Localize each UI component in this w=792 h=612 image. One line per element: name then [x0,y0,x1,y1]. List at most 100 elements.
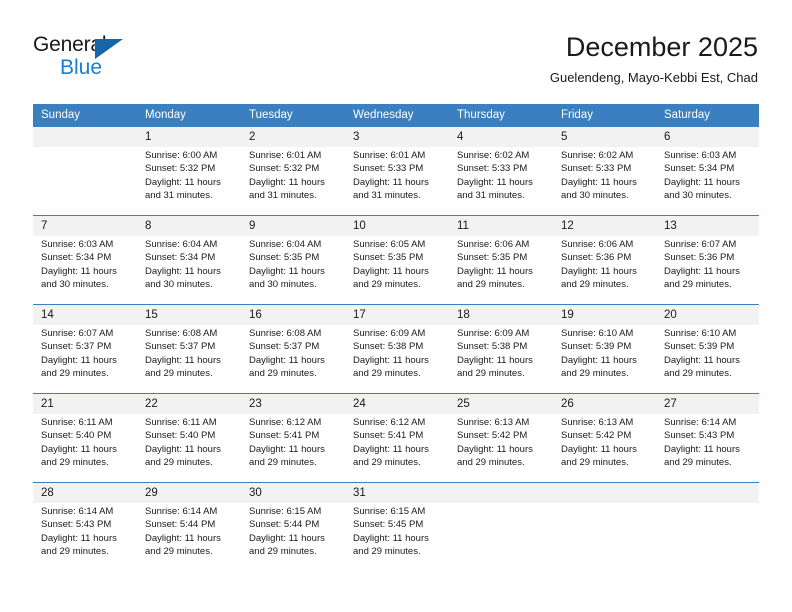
sunset-text: Sunset: 5:33 PM [457,163,528,175]
day-number [33,127,137,147]
day-number[interactable]: 10 [345,216,449,236]
day-number[interactable]: 22 [137,394,241,414]
daylight-text-line1: Daylight: 11 hours [41,532,117,544]
day-number[interactable]: 19 [553,305,656,325]
daylight-text-line2: and 29 minutes. [457,279,525,291]
daylight-text-line2: and 29 minutes. [145,457,213,469]
day-number[interactable]: 13 [656,216,759,236]
day-number[interactable]: 6 [656,127,759,147]
day-number[interactable]: 14 [33,305,137,325]
sunset-text: Sunset: 5:34 PM [145,252,216,264]
sunrise-text: Sunrise: 6:10 AM [664,328,737,339]
day-number[interactable]: 2 [241,127,345,147]
sunrise-text: Sunrise: 6:11 AM [41,417,113,428]
daylight-text-line1: Daylight: 11 hours [664,354,740,366]
sunset-text: Sunset: 5:38 PM [457,341,528,353]
day-number[interactable]: 1 [137,127,241,147]
daylight-text-line2: and 29 minutes. [249,368,317,380]
calendar-table: Sunday Monday Tuesday Wednesday Thursday… [33,104,759,571]
sunrise-text: Sunrise: 6:01 AM [249,150,322,161]
daylight-text-line1: Daylight: 11 hours [664,176,740,188]
day-number[interactable]: 8 [137,216,241,236]
sunrise-text: Sunrise: 6:12 AM [353,417,426,428]
day-number[interactable]: 31 [345,483,449,503]
daylight-text-line1: Daylight: 11 hours [353,265,429,277]
day-number[interactable]: 25 [449,394,553,414]
sunrise-text: Sunrise: 6:06 AM [457,239,530,250]
day-number[interactable]: 18 [449,305,553,325]
daylight-text-line1: Daylight: 11 hours [561,354,637,366]
sunset-text: Sunset: 5:37 PM [145,341,216,353]
week-row-details: Sunrise: 6:00 AM Sunset: 5:32 PM Dayligh… [33,147,759,216]
day-number[interactable]: 21 [33,394,137,414]
day-number[interactable]: 15 [137,305,241,325]
week-row-daynumbers: 21 22 23 24 25 26 27 [33,394,759,414]
sunset-text: Sunset: 5:39 PM [664,341,735,353]
sunrise-text: Sunrise: 6:12 AM [249,417,322,428]
day-number[interactable]: 20 [656,305,759,325]
day-cell: Sunrise: 6:07 AM Sunset: 5:36 PM Dayligh… [656,236,759,305]
day-number[interactable]: 24 [345,394,449,414]
general-blue-logo[interactable]: General Blue [33,33,153,83]
sunrise-text: Sunrise: 6:01 AM [353,150,426,161]
day-cell: Sunrise: 6:07 AM Sunset: 5:37 PM Dayligh… [33,325,137,394]
sunrise-text: Sunrise: 6:07 AM [41,328,114,339]
daylight-text-line1: Daylight: 11 hours [249,176,325,188]
weekday-header-sunday: Sunday [33,104,137,127]
daylight-text-line2: and 29 minutes. [664,368,732,380]
day-number[interactable]: 27 [656,394,759,414]
day-cell [449,503,553,571]
daylight-text-line1: Daylight: 11 hours [353,176,429,188]
day-number[interactable]: 28 [33,483,137,503]
daylight-text-line1: Daylight: 11 hours [561,176,637,188]
daylight-text-line1: Daylight: 11 hours [353,532,429,544]
sunset-text: Sunset: 5:36 PM [664,252,735,264]
day-number[interactable]: 23 [241,394,345,414]
daylight-text-line2: and 29 minutes. [353,368,421,380]
daylight-text-line1: Daylight: 11 hours [664,443,740,455]
daylight-text-line1: Daylight: 11 hours [41,354,117,366]
day-number[interactable]: 17 [345,305,449,325]
day-number[interactable]: 4 [449,127,553,147]
day-number[interactable]: 30 [241,483,345,503]
week-row-details: Sunrise: 6:11 AM Sunset: 5:40 PM Dayligh… [33,414,759,483]
daylight-text-line1: Daylight: 11 hours [249,354,325,366]
day-number[interactable]: 26 [553,394,656,414]
day-number[interactable]: 29 [137,483,241,503]
daylight-text-line2: and 29 minutes. [249,457,317,469]
day-number[interactable]: 3 [345,127,449,147]
day-number[interactable]: 9 [241,216,345,236]
day-cell: Sunrise: 6:13 AM Sunset: 5:42 PM Dayligh… [449,414,553,483]
sunrise-text: Sunrise: 6:10 AM [561,328,634,339]
day-cell: Sunrise: 6:04 AM Sunset: 5:34 PM Dayligh… [137,236,241,305]
day-number[interactable]: 5 [553,127,656,147]
weekday-header-monday: Monday [137,104,241,127]
sunrise-text: Sunrise: 6:09 AM [353,328,426,339]
sunset-text: Sunset: 5:41 PM [249,430,320,442]
day-number[interactable]: 7 [33,216,137,236]
day-cell: Sunrise: 6:06 AM Sunset: 5:35 PM Dayligh… [449,236,553,305]
daylight-text-line1: Daylight: 11 hours [41,443,117,455]
day-cell: Sunrise: 6:08 AM Sunset: 5:37 PM Dayligh… [137,325,241,394]
sunset-text: Sunset: 5:44 PM [145,519,216,531]
daylight-text-line2: and 29 minutes. [41,457,109,469]
weekday-header-wednesday: Wednesday [345,104,449,127]
week-row-daynumbers: 7 8 9 10 11 12 13 [33,216,759,236]
day-number[interactable]: 11 [449,216,553,236]
day-cell: Sunrise: 6:14 AM Sunset: 5:43 PM Dayligh… [656,414,759,483]
day-cell: Sunrise: 6:02 AM Sunset: 5:33 PM Dayligh… [553,147,656,216]
sunrise-text: Sunrise: 6:14 AM [664,417,737,428]
weekday-header-friday: Friday [553,104,656,127]
sunrise-text: Sunrise: 6:15 AM [249,506,322,517]
daylight-text-line1: Daylight: 11 hours [145,176,221,188]
day-number[interactable]: 16 [241,305,345,325]
sunset-text: Sunset: 5:35 PM [457,252,528,264]
sunset-text: Sunset: 5:38 PM [353,341,424,353]
day-cell: Sunrise: 6:05 AM Sunset: 5:35 PM Dayligh… [345,236,449,305]
sunrise-text: Sunrise: 6:07 AM [664,239,737,250]
day-cell [33,147,137,216]
week-row-daynumbers: 1 2 3 4 5 6 [33,127,759,147]
daylight-text-line2: and 31 minutes. [353,190,421,202]
day-number[interactable]: 12 [553,216,656,236]
day-cell: Sunrise: 6:06 AM Sunset: 5:36 PM Dayligh… [553,236,656,305]
